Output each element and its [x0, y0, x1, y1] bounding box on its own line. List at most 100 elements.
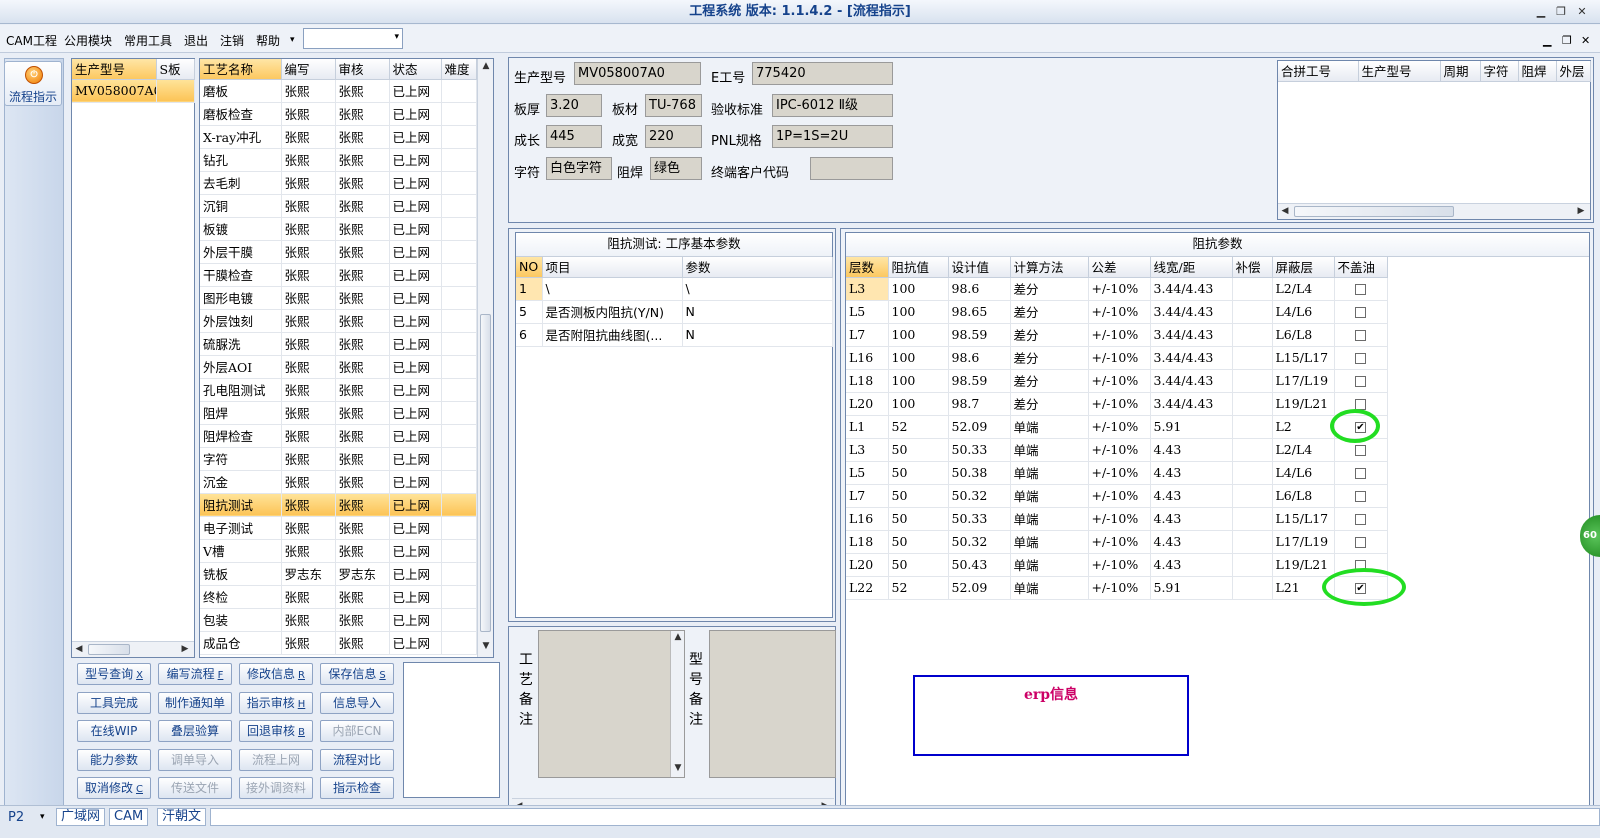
process-cell[interactable]: 罗志东	[335, 562, 390, 586]
col-param[interactable]: 参数	[682, 257, 833, 278]
impedance-cell[interactable]: 单端	[1010, 415, 1089, 439]
impedance-cell[interactable]: 50	[888, 530, 949, 554]
process-cell[interactable]: 张熙	[281, 240, 336, 264]
function-button[interactable]: 接外调资料	[239, 777, 313, 799]
table-row[interactable]: 字符 张熙 张熙 已上网	[200, 447, 477, 471]
impedance-cell[interactable]: 50	[888, 507, 949, 531]
status-tab-wan[interactable]: 广域网	[56, 808, 106, 826]
impedance-cell[interactable]: 100	[888, 323, 949, 347]
col-tolerance[interactable]: 公差	[1088, 257, 1151, 278]
process-cell[interactable]: 张熙	[335, 447, 390, 471]
no-cover-checkbox[interactable]	[1355, 491, 1366, 502]
scroll-up-icon[interactable]: ▲	[479, 61, 493, 71]
col-process-name[interactable]: 工艺名称	[200, 59, 282, 80]
table-row[interactable]: 外层干膜 张熙 张熙 已上网	[200, 240, 477, 264]
mdi-close-icon[interactable]: ✕	[1581, 34, 1590, 47]
col-merge-cycle[interactable]: 周期	[1440, 61, 1481, 82]
impedance-cell[interactable]	[1232, 484, 1273, 508]
remark-vscroll[interactable]: ▲ ▼	[670, 631, 684, 777]
impedance-cell[interactable]: 单端	[1010, 507, 1089, 531]
function-button[interactable]: 取消修改 C	[77, 777, 151, 799]
process-cell[interactable]: 张熙	[281, 286, 336, 310]
impedance-cell[interactable]	[1232, 346, 1273, 370]
col-model[interactable]: 生产型号	[72, 59, 157, 80]
process-cell[interactable]	[441, 79, 477, 103]
no-cover-checkbox[interactable]	[1355, 284, 1366, 295]
process-cell[interactable]: 沉金	[200, 470, 282, 494]
process-cell[interactable]: 张熙	[281, 309, 336, 333]
impedance-cell[interactable]: 4.43	[1150, 438, 1233, 462]
table-row[interactable]: 干膜检查 张熙 张熙 已上网	[200, 263, 477, 287]
table-row[interactable]: 1 \ \	[516, 277, 833, 301]
impedance-cell[interactable]: L18	[846, 369, 889, 393]
table-row[interactable]: 沉金 张熙 张熙 已上网	[200, 470, 477, 494]
impedance-cell[interactable]: +/-10%	[1088, 438, 1151, 462]
impedance-cell[interactable]: 98.6	[948, 346, 1011, 370]
function-button[interactable]: 制作通知单	[158, 691, 232, 714]
function-button[interactable]: 工具完成	[77, 691, 151, 714]
process-cell[interactable]: 已上网	[389, 355, 442, 379]
process-cell[interactable]: 张熙	[335, 240, 390, 264]
impedance-cell[interactable]: +/-10%	[1088, 323, 1151, 347]
impedance-cell[interactable]	[1232, 438, 1273, 462]
impedance-cell[interactable]: 3.44/4.43	[1150, 369, 1233, 393]
model-field[interactable]: MV058007A0	[574, 62, 701, 85]
col-no[interactable]: NO	[516, 257, 543, 278]
process-cell[interactable]	[441, 125, 477, 149]
process-cell[interactable]: 外层AOI	[200, 355, 282, 379]
impedance-cell[interactable]: 4.43	[1150, 461, 1233, 485]
process-cell[interactable]	[441, 493, 477, 517]
process-cell[interactable]: 张熙	[335, 585, 390, 609]
table-row[interactable]: L5 50 50.38 单端 +/-10% 4.43 L4/L6	[846, 461, 1388, 485]
process-cell[interactable]: 张熙	[281, 470, 336, 494]
col-no-cover[interactable]: 不盖油	[1334, 257, 1388, 278]
process-cell[interactable]: 张熙	[335, 378, 390, 402]
impedance-cell[interactable]: L4/L6	[1272, 300, 1335, 324]
process-cell[interactable]	[441, 562, 477, 586]
process-cell[interactable]: 张熙	[281, 171, 336, 195]
table-row[interactable]: 包装 张熙 张熙 已上网	[200, 608, 477, 632]
col-impedance[interactable]: 阻抗值	[888, 257, 949, 278]
impedance-cell[interactable]: 100	[888, 300, 949, 324]
impedance-cell[interactable]: L2	[1272, 415, 1335, 439]
impedance-cell[interactable]	[1232, 323, 1273, 347]
impedance-cell[interactable]: L22	[846, 576, 889, 600]
impedance-cell[interactable]: L3	[846, 438, 889, 462]
restore-icon[interactable]: ❐	[1552, 4, 1570, 19]
param-cell[interactable]: \	[542, 277, 683, 301]
impedance-cell[interactable]: L6/L8	[1272, 323, 1335, 347]
minimize-icon[interactable]: ▁	[1532, 4, 1550, 19]
scroll-thumb[interactable]	[1294, 206, 1454, 217]
process-cell[interactable]: 张熙	[335, 102, 390, 126]
impedance-cell[interactable]	[1232, 576, 1273, 600]
width-field[interactable]: 220	[645, 125, 702, 148]
impedance-cell[interactable]: 50.33	[948, 507, 1011, 531]
table-row[interactable]: 去毛刺 张熙 张熙 已上网	[200, 171, 477, 195]
scroll-left-icon[interactable]: ◀	[1278, 206, 1292, 216]
table-row[interactable]: L16 50 50.33 单端 +/-10% 4.43 L15/L17	[846, 507, 1388, 531]
table-row[interactable]: 硫脲洗 张熙 张熙 已上网	[200, 332, 477, 356]
process-cell[interactable]	[441, 148, 477, 172]
process-cell[interactable]: 张熙	[335, 355, 390, 379]
table-row[interactable]: L16 100 98.6 差分 +/-10% 3.44/4.43 L15/L17	[846, 346, 1388, 370]
impedance-cell[interactable]: L5	[846, 461, 889, 485]
process-cell[interactable]: 张熙	[335, 263, 390, 287]
impedance-cell[interactable]: 98.7	[948, 392, 1011, 416]
process-cell[interactable]: 张熙	[281, 102, 336, 126]
merge-table-hscroll[interactable]: ◀ ▶	[1278, 203, 1590, 219]
process-cell[interactable]	[441, 194, 477, 218]
impedance-cell[interactable]: L19/L21	[1272, 392, 1335, 416]
process-cell[interactable]: 张熙	[281, 79, 336, 103]
process-cell[interactable]: 字符	[200, 447, 282, 471]
model-cell[interactable]: MV058007A0	[72, 79, 157, 103]
function-button[interactable]: 修改信息 R	[239, 663, 313, 685]
col-design[interactable]: 设计值	[948, 257, 1011, 278]
impedance-cell[interactable]: 52	[888, 415, 949, 439]
process-cell[interactable]: 张熙	[335, 493, 390, 517]
process-cell[interactable]: 张熙	[281, 608, 336, 632]
process-cell[interactable]: 张熙	[335, 171, 390, 195]
impedance-cell[interactable]: L6/L8	[1272, 484, 1335, 508]
impedance-cell[interactable]: 50	[888, 553, 949, 577]
process-cell[interactable]: 已上网	[389, 125, 442, 149]
scroll-down-icon[interactable]: ▼	[479, 641, 493, 651]
